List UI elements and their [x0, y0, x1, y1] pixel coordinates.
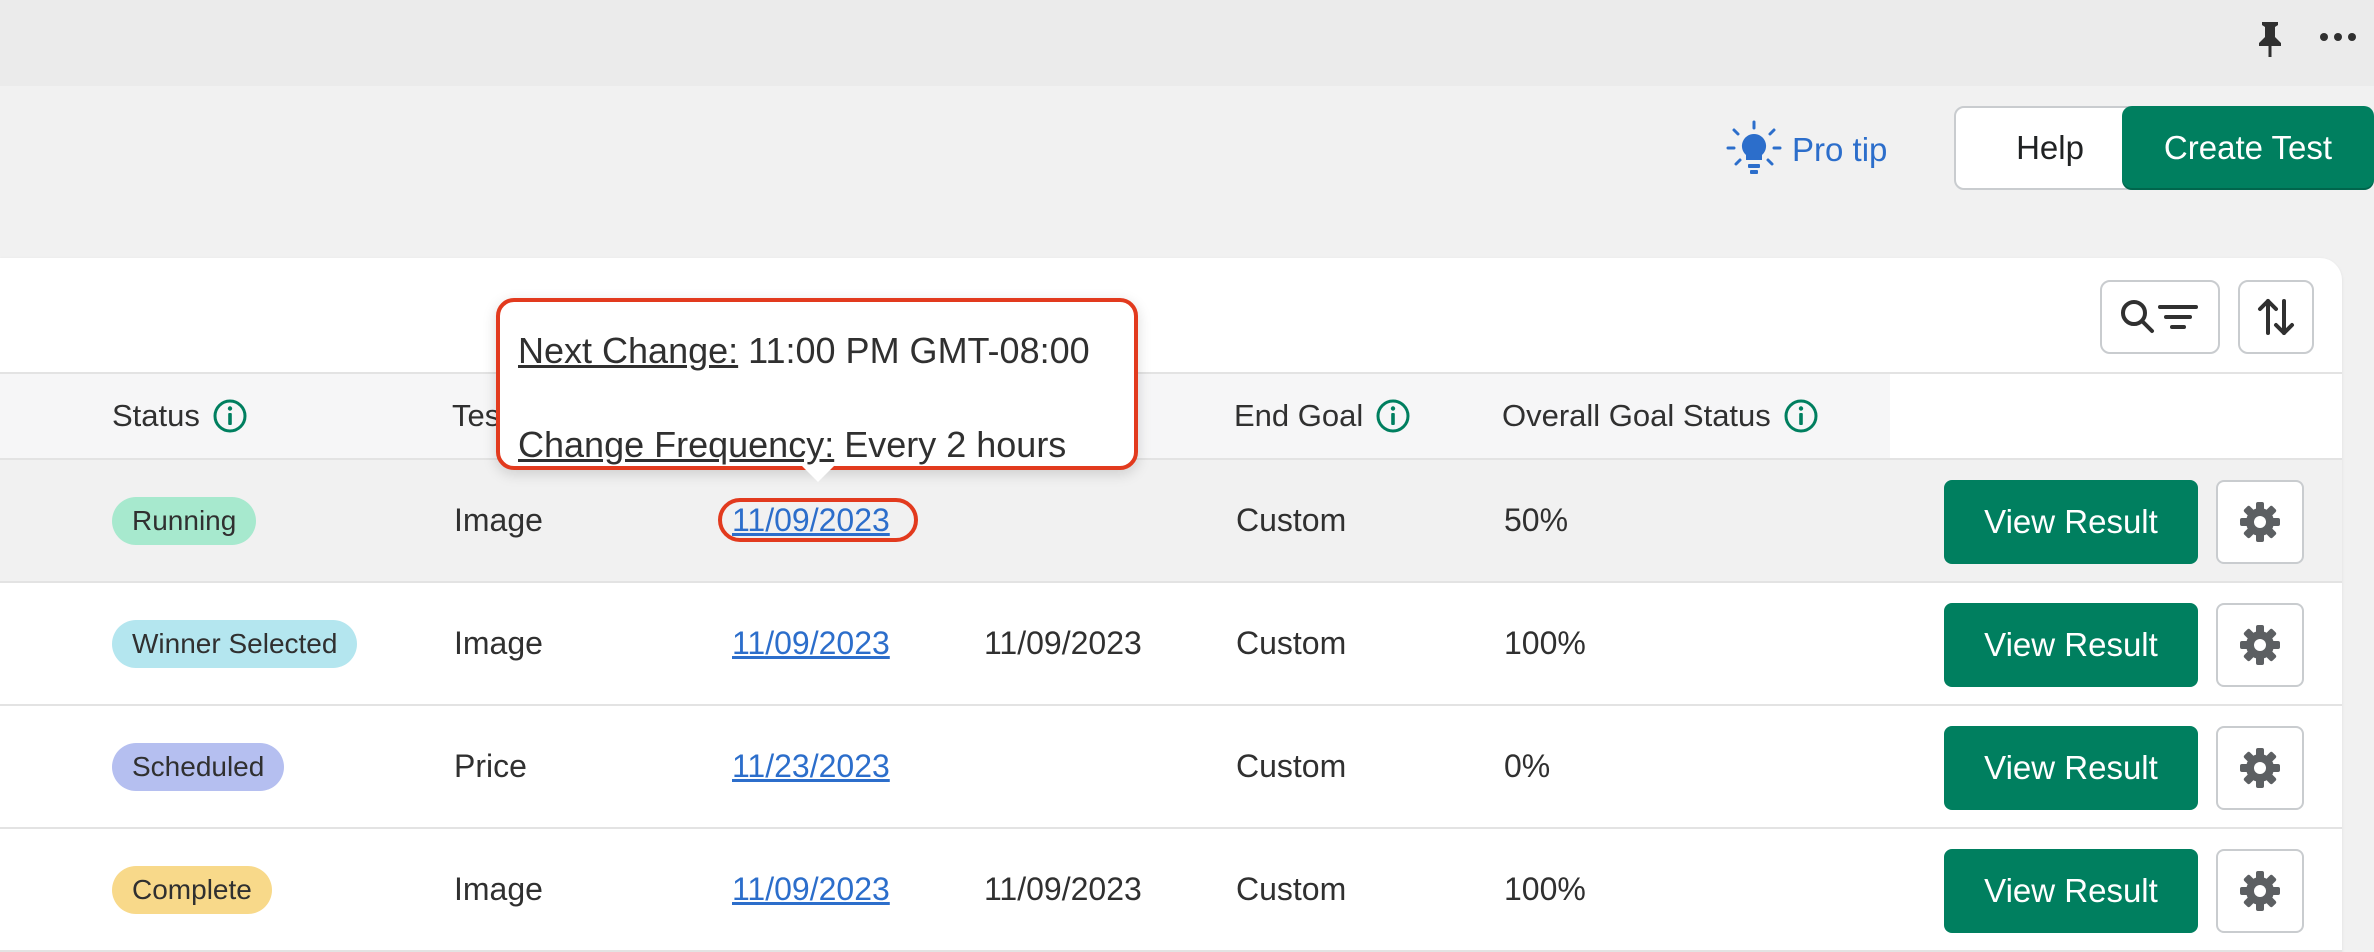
- pro-tip-link[interactable]: Pro tip: [1726, 118, 1887, 182]
- col-overall-label: Overall Goal Status: [1502, 398, 1771, 433]
- status-cell: Complete: [112, 829, 272, 950]
- col-test-type-label: Tes: [452, 398, 501, 433]
- end-goal-cell: Custom: [1236, 502, 1347, 538]
- start-date-link[interactable]: 11/09/2023: [732, 502, 890, 539]
- info-icon[interactable]: [1783, 398, 1819, 434]
- info-icon[interactable]: [1375, 398, 1411, 434]
- start-date-cell: 11/23/2023: [732, 706, 890, 827]
- settings-button[interactable]: [2216, 480, 2304, 564]
- create-test-button[interactable]: Create Test: [2122, 106, 2374, 190]
- gear-icon: [2240, 748, 2280, 788]
- overall-status-cell: 50%: [1504, 502, 1569, 538]
- start-date-link[interactable]: 11/09/2023: [732, 871, 890, 908]
- type-cell: Image: [454, 871, 543, 907]
- col-status: Status: [112, 374, 248, 458]
- header-blank: [1890, 374, 2342, 458]
- col-status-label: Status: [112, 398, 200, 433]
- help-button[interactable]: Help: [1954, 106, 2146, 190]
- schedule-tooltip: Next Change: 11:00 PM GMT-08:00 Change F…: [496, 298, 1138, 470]
- status-cell: Scheduled: [112, 706, 285, 827]
- gear-icon: [2240, 502, 2280, 542]
- settings-button[interactable]: [2216, 726, 2304, 810]
- view-result-button[interactable]: View Result: [1944, 480, 2198, 564]
- search-filter-icon: [2121, 300, 2198, 333]
- col-end-goal: End Goal: [1234, 374, 1411, 458]
- start-date-link[interactable]: 11/23/2023: [732, 748, 890, 785]
- type-cell: Image: [454, 625, 543, 661]
- view-result-button[interactable]: View Result: [1944, 726, 2198, 810]
- end-goal-cell: Custom: [1236, 625, 1347, 661]
- view-result-button[interactable]: View Result: [1944, 603, 2198, 687]
- status-badge: Complete: [112, 865, 272, 914]
- table-header: Status Tes End Goal Overall Goal Status: [0, 372, 2342, 460]
- gear-icon: [2240, 625, 2280, 665]
- end-goal-cell: Custom: [1236, 871, 1347, 907]
- overall-status-cell: 0%: [1504, 748, 1551, 784]
- table-row: Running Image 11/09/2023 Custom 50% View…: [0, 460, 2342, 583]
- status-badge: Running: [112, 496, 257, 545]
- frequency-label: Change Frequency:: [518, 424, 835, 465]
- next-change-label: Next Change:: [518, 330, 739, 371]
- sort-arrows-icon: [2258, 299, 2294, 335]
- type-cell: Price: [454, 748, 527, 784]
- next-change-value: 11:00 PM GMT-08:00: [748, 330, 1090, 371]
- table-row: Winner Selected Image 11/09/2023 11/09/2…: [0, 583, 2342, 706]
- lightbulb-icon: [1726, 120, 1782, 174]
- col-end-goal-label: End Goal: [1234, 398, 1364, 433]
- settings-button[interactable]: [2216, 603, 2304, 687]
- overall-status-cell: 100%: [1504, 625, 1586, 661]
- start-date-cell: 11/09/2023: [732, 829, 890, 950]
- next-change-line: Next Change: 11:00 PM GMT-08:00: [518, 316, 1116, 386]
- status-cell: Running: [112, 460, 257, 581]
- end-goal-cell: Custom: [1236, 748, 1347, 784]
- table-row: Scheduled Price 11/23/2023 Custom 0% Vie…: [0, 706, 2342, 829]
- start-date-link[interactable]: 11/09/2023: [732, 625, 890, 662]
- pro-tip-label: Pro tip: [1792, 131, 1888, 168]
- col-test-type: Tes: [452, 374, 500, 458]
- view-result-button[interactable]: View Result: [1944, 849, 2198, 933]
- table-row: Complete Image 11/09/2023 11/09/2023 Cus…: [0, 829, 2342, 952]
- status-cell: Winner Selected: [112, 583, 358, 704]
- overall-status-cell: 100%: [1504, 871, 1586, 907]
- frequency-value: Every 2 hours: [844, 424, 1067, 465]
- start-date-cell: 11/09/2023: [732, 583, 890, 704]
- status-badge: Scheduled: [112, 742, 285, 791]
- status-badge: Winner Selected: [112, 619, 358, 668]
- search-filter-button[interactable]: [2100, 280, 2220, 354]
- tooltip-arrow: [802, 466, 834, 482]
- end-date-cell: 11/09/2023: [984, 871, 1142, 907]
- top-bar: [0, 0, 2374, 86]
- end-date-cell: 11/09/2023: [984, 625, 1142, 661]
- col-overall-goal-status: Overall Goal Status: [1502, 374, 1819, 458]
- info-icon[interactable]: [212, 398, 248, 434]
- pin-icon[interactable]: [2252, 18, 2288, 58]
- sort-button[interactable]: [2238, 280, 2314, 354]
- gear-icon: [2240, 871, 2280, 911]
- settings-button[interactable]: [2216, 849, 2304, 933]
- more-options-icon[interactable]: [2318, 30, 2358, 44]
